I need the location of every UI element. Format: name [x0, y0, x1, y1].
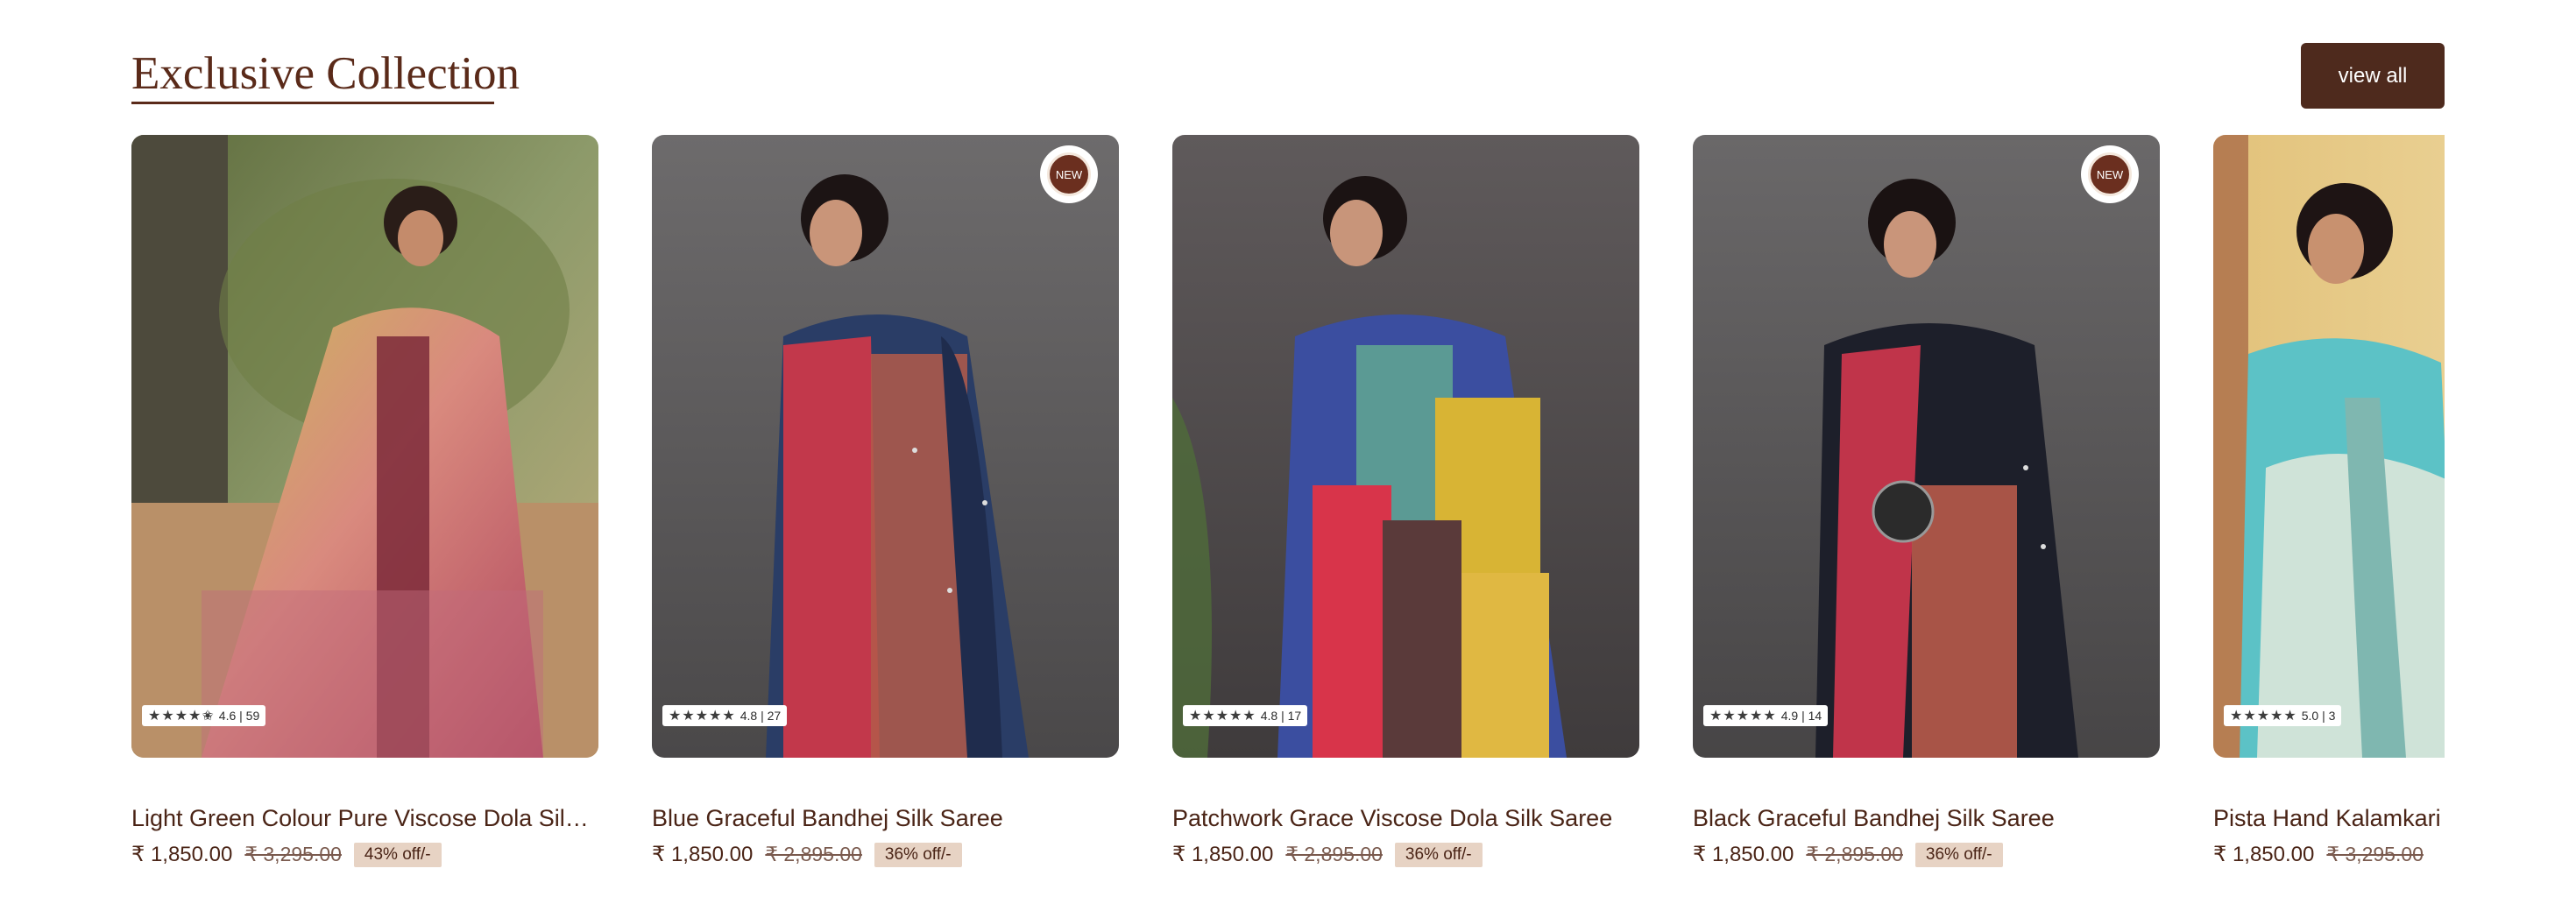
discount-badge: 36% off/-	[1914, 842, 2003, 867]
product-image[interactable]: NEW ★★★★★ 4.9 | 14	[1693, 135, 2160, 758]
rating-text: 4.8 | 27	[740, 709, 782, 723]
product-name[interactable]: Black Graceful Bandhej Silk Saree	[1693, 802, 2160, 834]
product-photo	[2213, 135, 2445, 758]
product-card[interactable]: NEW ★★★★★ 4.9 | 14 Black Graceful Bandhe…	[1693, 135, 2160, 888]
rating-text: 5.0 | 3	[2301, 709, 2336, 723]
sale-price: ₹ 1,850.00	[1693, 843, 1794, 866]
product-card[interactable]: ★★★★★ 4.8 | 17 Patchwork Grace Viscose D…	[1172, 135, 1639, 888]
sale-price: ₹ 1,850.00	[2213, 843, 2315, 866]
star-rating-icon: ★★★★★	[669, 709, 736, 724]
rating-badge: ★★★★✬ 4.6 | 59	[142, 705, 266, 726]
product-image[interactable]: ★★★★★ 4.8 | 17	[1172, 135, 1639, 758]
rating-badge: ★★★★★ 4.8 | 17	[1183, 705, 1308, 726]
product-photo	[1172, 135, 1639, 758]
rating-badge: ★★★★★ 4.8 | 27	[662, 705, 788, 726]
original-price: ₹ 2,895.00	[1285, 843, 1383, 865]
star-rating-icon: ★★★★★	[1709, 709, 1777, 724]
product-carousel[interactable]: ★★★★✬ 4.6 | 59 Light Green Colour Pure V…	[131, 135, 2445, 888]
price-row: ₹ 1,850.00 ₹ 2,895.00 36% off/-	[1693, 842, 2160, 867]
discount-badge: 36% off/-	[874, 842, 962, 867]
product-image[interactable]: NEW ★★★★★ 4.8 | 27	[652, 135, 1119, 758]
price-row: ₹ 1,850.00 ₹ 3,295.00 43% off/-	[131, 842, 598, 867]
product-card[interactable]: NEW ★★★★★ 4.8 | 27 Blue Graceful Bandhej…	[652, 135, 1119, 888]
sale-price: ₹ 1,850.00	[652, 843, 754, 866]
original-price: ₹ 2,895.00	[765, 843, 862, 865]
price-row: ₹ 1,850.00 ₹ 2,895.00 36% off/-	[652, 842, 1119, 867]
product-name[interactable]: Patchwork Grace Viscose Dola Silk Saree	[1172, 802, 1639, 834]
new-badge: NEW	[2081, 145, 2139, 203]
product-name[interactable]: Pista Hand Kalamkari Pure Viscose Saree	[2213, 802, 2445, 834]
discount-badge: 43% off/-	[353, 842, 442, 867]
product-name[interactable]: Light Green Colour Pure Viscose Dola Sil…	[131, 802, 598, 834]
view-all-button[interactable]: view all	[2301, 43, 2445, 109]
product-image[interactable]: ★★★★✬ 4.6 | 59	[131, 135, 598, 758]
product-name[interactable]: Blue Graceful Bandhej Silk Saree	[652, 802, 1119, 834]
title-underline	[131, 102, 494, 104]
rating-badge: ★★★★★ 4.9 | 14	[1703, 705, 1829, 726]
rating-badge: ★★★★★ 5.0 | 3	[2224, 705, 2342, 726]
sale-price: ₹ 1,850.00	[131, 843, 233, 866]
rating-text: 4.6 | 59	[218, 709, 260, 723]
new-badge: NEW	[1040, 145, 1098, 203]
star-rating-icon: ★★★★★	[1189, 709, 1256, 724]
sale-price: ₹ 1,850.00	[1172, 843, 1274, 866]
star-rating-icon: ★★★★✬	[148, 709, 215, 724]
discount-badge: 36% off/-	[1394, 842, 1483, 867]
section-title: Exclusive Collection	[131, 48, 520, 99]
product-photo	[1693, 135, 2160, 758]
product-photo	[652, 135, 1119, 758]
rating-text: 4.9 | 14	[1780, 709, 1822, 723]
product-image[interactable]: ★★★★★ 5.0 | 3	[2213, 135, 2445, 758]
price-row: ₹ 1,850.00 ₹ 3,295.00	[2213, 842, 2445, 867]
new-badge-label: NEW	[1047, 152, 1091, 196]
rating-text: 4.8 | 17	[1260, 709, 1302, 723]
product-card[interactable]: ★★★★★ 5.0 | 3 Pista Hand Kalamkari Pure …	[2213, 135, 2445, 888]
product-photo	[131, 135, 598, 758]
original-price: ₹ 3,295.00	[2326, 843, 2424, 865]
product-card[interactable]: ★★★★✬ 4.6 | 59 Light Green Colour Pure V…	[131, 135, 598, 888]
new-badge-label: NEW	[2088, 152, 2132, 196]
original-price: ₹ 2,895.00	[1806, 843, 1903, 865]
original-price: ₹ 3,295.00	[244, 843, 342, 865]
price-row: ₹ 1,850.00 ₹ 2,895.00 36% off/-	[1172, 842, 1639, 867]
star-rating-icon: ★★★★★	[2230, 709, 2297, 724]
